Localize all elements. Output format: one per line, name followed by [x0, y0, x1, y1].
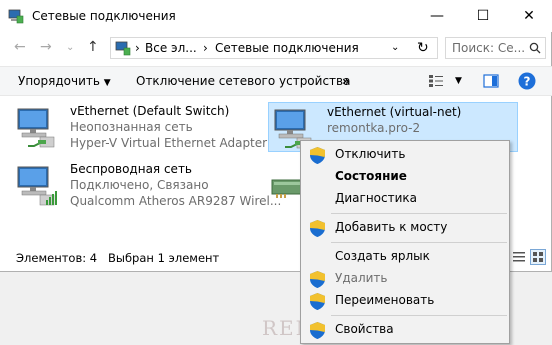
- menu-item-status[interactable]: Состояние: [301, 166, 509, 188]
- menu-separator: [331, 315, 507, 316]
- menu-item-diagnostics[interactable]: Диагностика: [301, 188, 509, 210]
- status-selected-count: Выбран 1 элемент: [108, 251, 220, 265]
- uac-shield-icon: [310, 147, 325, 164]
- breadcrumb-separator-icon: ›: [135, 41, 140, 55]
- search-box[interactable]: Поиск: Се...: [445, 37, 546, 59]
- connection-adapter: Hyper-V Virtual Ethernet Adapter: [70, 136, 268, 150]
- connection-item-default-switch[interactable]: vEthernet (Default Switch) Неопознанная …: [12, 102, 267, 152]
- breadcrumb-all-items[interactable]: Все эл...: [145, 41, 197, 55]
- close-button[interactable]: ✕: [506, 0, 552, 32]
- uac-shield-icon: [310, 271, 325, 288]
- menu-item-create-shortcut[interactable]: Создать ярлык: [301, 246, 509, 268]
- large-icons-view-icon[interactable]: [530, 249, 546, 265]
- ethernet-adapter-icon: [17, 108, 55, 148]
- connection-status: remontka.pro-2: [327, 121, 421, 135]
- up-arrow-icon[interactable]: ↑: [87, 39, 99, 55]
- refresh-icon[interactable]: ↻: [417, 40, 429, 56]
- network-adapter-icon[interactable]: [270, 172, 304, 200]
- connection-adapter: Qualcomm Atheros AR9287 Wirel...: [70, 194, 282, 208]
- window-title: Сетевые подключения: [32, 9, 176, 23]
- connection-item-wireless[interactable]: Беспроводная сеть Подключено, Связано Qu…: [12, 160, 281, 210]
- connection-name: vEthernet (virtual-net): [327, 105, 462, 119]
- change-view-icon[interactable]: [428, 74, 444, 88]
- menu-item-add-to-bridge[interactable]: Добавить к мосту: [301, 217, 509, 239]
- menu-separator: [331, 242, 507, 243]
- connection-name: vEthernet (Default Switch): [70, 104, 230, 118]
- search-placeholder: Поиск: Се...: [452, 41, 526, 55]
- view-dropdown-icon[interactable]: ▼: [455, 76, 462, 86]
- menu-item-properties[interactable]: Свойства: [301, 319, 509, 341]
- command-bar: Упорядочить ▼ Отключение сетевого устрой…: [0, 66, 552, 96]
- menu-separator: [331, 213, 507, 214]
- control-panel-icon: [115, 41, 131, 56]
- details-view-icon[interactable]: [512, 250, 526, 264]
- back-arrow-icon[interactable]: ←: [14, 39, 26, 55]
- help-icon[interactable]: ?: [518, 72, 536, 90]
- svg-text:?: ?: [524, 75, 531, 89]
- forward-arrow-icon[interactable]: →: [40, 39, 52, 55]
- preview-pane-icon[interactable]: [483, 74, 499, 88]
- connection-status: Подключено, Связано: [70, 178, 209, 192]
- connection-status: Неопознанная сеть: [70, 120, 193, 134]
- maximize-button[interactable]: ☐: [460, 0, 506, 32]
- uac-shield-icon: [310, 220, 325, 237]
- address-bar[interactable]: › Все эл... › Сетевые подключения ⌄ ↻: [110, 37, 438, 59]
- disable-device-button[interactable]: Отключение сетевого устройства: [136, 74, 350, 88]
- status-item-count: Элементов: 4: [16, 251, 98, 265]
- breadcrumb-network-connections[interactable]: Сетевые подключения: [215, 41, 359, 55]
- wireless-adapter-icon: [17, 166, 57, 206]
- menu-item-disable[interactable]: Отключить: [301, 144, 509, 166]
- uac-shield-icon: [310, 293, 325, 310]
- menu-item-delete: Удалить: [301, 268, 509, 290]
- recent-locations-chevron-icon[interactable]: ⌄: [66, 42, 74, 53]
- network-connections-icon: [8, 9, 24, 24]
- more-commands-button[interactable]: »: [342, 74, 350, 88]
- minimize-button[interactable]: —: [414, 0, 460, 32]
- search-icon: [529, 42, 541, 54]
- context-menu: Отключить Состояние Диагностика Добавить…: [300, 140, 510, 344]
- title-bar: Сетевые подключения — ☐ ✕: [0, 0, 552, 32]
- menu-item-rename[interactable]: Переименовать: [301, 290, 509, 312]
- address-dropdown-icon[interactable]: ⌄: [391, 42, 399, 53]
- breadcrumb-separator-icon: ›: [203, 41, 208, 55]
- organize-button[interactable]: Упорядочить ▼: [18, 74, 111, 88]
- uac-shield-icon: [310, 322, 325, 339]
- connection-name: Беспроводная сеть: [70, 162, 193, 176]
